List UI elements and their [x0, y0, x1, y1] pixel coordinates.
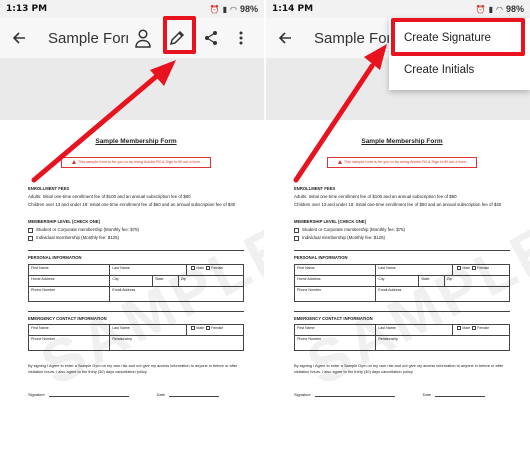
screen-left: 1:13 PM ⏰ ▮ ◠ 98% Sample Form Sample Mem… — [0, 0, 264, 464]
screen-right: 1:14 PM ⏰ ▮ ◠ 98% Sample Form Sample Mem… — [266, 0, 530, 464]
pointer-arrow — [31, 60, 176, 183]
pointer-arrow — [293, 44, 387, 183]
